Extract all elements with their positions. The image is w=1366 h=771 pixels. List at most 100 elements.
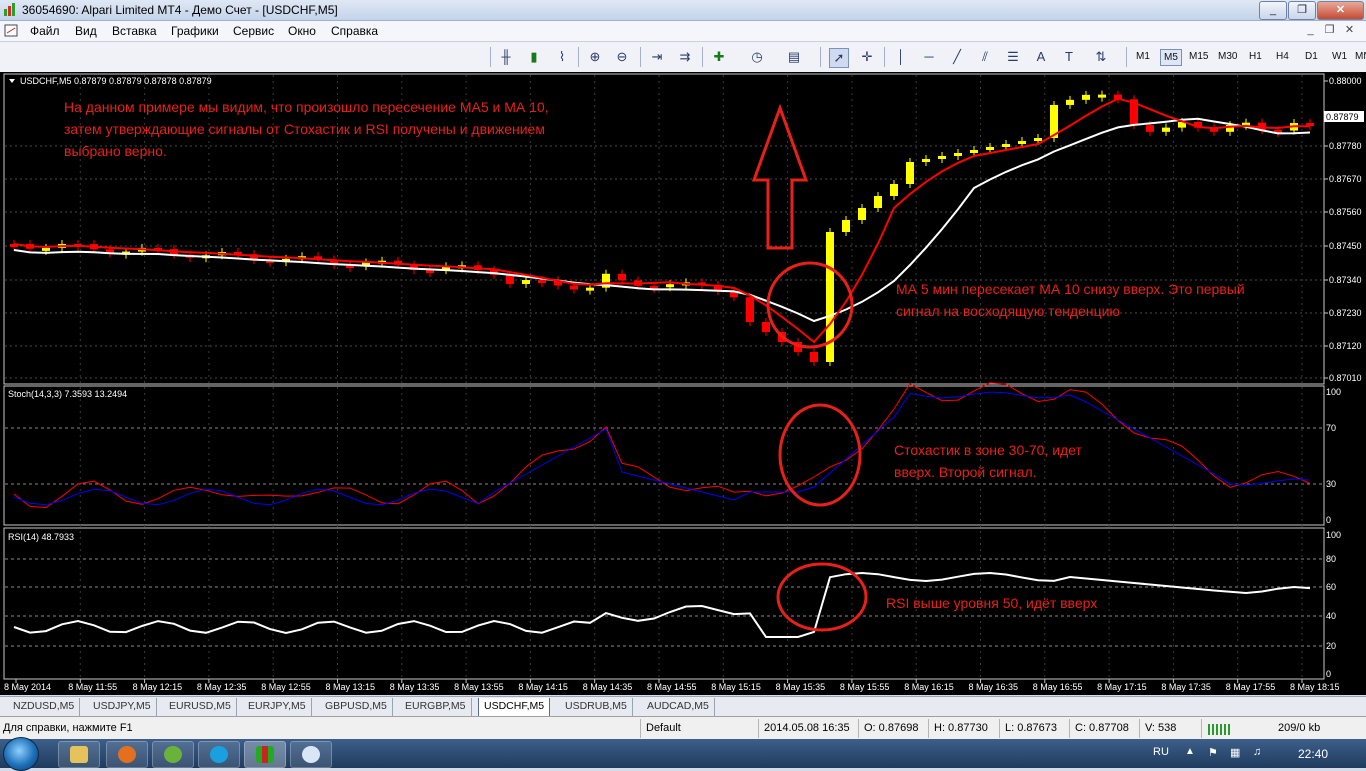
chart-shift-icon[interactable]: ⇥	[648, 48, 666, 66]
menu-view[interactable]: Вид	[75, 24, 97, 38]
tab-gbpusd[interactable]: GBPUSD,M5	[320, 698, 393, 716]
stoch-tick-label: 0	[1326, 515, 1331, 525]
candle	[1034, 138, 1042, 141]
time-tick-label: 8 May 13:15	[326, 682, 376, 692]
zoom-out-icon[interactable]: ⊖	[613, 48, 631, 66]
taskbar-explorer[interactable]	[58, 741, 100, 768]
price-tick-label: 0.87560	[1329, 207, 1362, 217]
timeframe-m1[interactable]: M1	[1133, 49, 1153, 64]
connection-icon[interactable]	[1208, 722, 1234, 735]
timeframe-m5[interactable]: M5	[1160, 49, 1182, 66]
minimize-button[interactable]: _	[1259, 1, 1287, 20]
chart-canvas[interactable]: USDCHF,M5 0.87879 0.87879 0.87878 0.8787…	[0, 72, 1366, 695]
templates-icon[interactable]: ▤	[785, 48, 803, 66]
timeframe-w1[interactable]: W1	[1329, 49, 1350, 64]
rsi-tick-label: 60	[1326, 582, 1336, 592]
candle	[618, 273, 626, 281]
taskbar-paint[interactable]	[290, 741, 332, 768]
crosshair-icon[interactable]: ✛	[858, 48, 876, 66]
chart-window[interactable]: USDCHF,M5 0.87879 0.87879 0.87878 0.8787…	[0, 72, 1366, 695]
timeframe-mn[interactable]: MN	[1352, 49, 1366, 64]
horizontal-line-icon[interactable]: ─	[920, 48, 938, 66]
text-icon[interactable]: A	[1032, 48, 1050, 66]
channel-icon[interactable]: ⫽	[976, 48, 994, 66]
time-tick-label: 8 May 15:55	[840, 682, 890, 692]
mdi-minimize-icon[interactable]: _	[1304, 24, 1317, 37]
menu-tools[interactable]: Сервис	[233, 24, 274, 38]
close-button[interactable]: ✕	[1317, 1, 1364, 20]
line-chart-icon[interactable]: ⌇	[553, 48, 571, 66]
timeframe-d1[interactable]: D1	[1302, 49, 1321, 64]
candle	[42, 247, 50, 251]
tab-eurjpy[interactable]: EURJPY,M5	[243, 698, 312, 716]
explorer-icon	[70, 746, 88, 763]
tab-audcad[interactable]: AUDCAD,M5	[642, 698, 715, 716]
text-label-icon[interactable]: T	[1060, 48, 1078, 66]
document-icon[interactable]	[4, 24, 18, 37]
clock[interactable]: 22:40	[1298, 747, 1328, 761]
mdi-restore-icon[interactable]: ❐	[1323, 24, 1336, 37]
timeframe-h1[interactable]: H1	[1246, 49, 1265, 64]
candle	[538, 280, 546, 284]
arrows-icon[interactable]: ⇅	[1092, 48, 1110, 66]
candle	[762, 322, 770, 332]
candle	[938, 156, 946, 159]
bar-chart-icon[interactable]: ╫	[497, 48, 515, 66]
candlestick-icon[interactable]: ▮	[525, 48, 543, 66]
vertical-line-icon[interactable]: │	[892, 48, 910, 66]
menu-window[interactable]: Окно	[288, 24, 316, 38]
zoom-in-icon[interactable]: ⊕	[586, 48, 604, 66]
taskbar-utorrent[interactable]	[152, 741, 194, 768]
periods-icon[interactable]: ◷	[748, 48, 766, 66]
price-tick-label: 0.87010	[1329, 373, 1362, 383]
price-tick-label: 0.87450	[1329, 241, 1362, 251]
tray-arrow-icon[interactable]: ▲	[1185, 746, 1195, 757]
taskbar-skype[interactable]	[198, 741, 240, 768]
price-tick-label: 0.87670	[1329, 174, 1362, 184]
cursor-icon[interactable]: ➚	[829, 48, 849, 68]
time-tick-label: 8 May 2014	[4, 682, 51, 692]
timeframe-h4[interactable]: H4	[1273, 49, 1292, 64]
tray-volume-icon[interactable]: ♫	[1253, 746, 1261, 758]
language-indicator[interactable]: RU	[1153, 746, 1169, 758]
time-tick-label: 8 May 14:55	[647, 682, 697, 692]
menu-help[interactable]: Справка	[331, 24, 378, 38]
svg-text:RSI выше уровня 50, идёт вверх: RSI выше уровня 50, идёт вверх	[886, 595, 1097, 611]
menu-bar: Файл Вид Вставка Графики Сервис Окно Спр…	[0, 21, 1366, 42]
tray-network-icon[interactable]: ▦	[1230, 746, 1240, 759]
tab-eurusd[interactable]: EURUSD,M5	[164, 698, 237, 716]
status-profile[interactable]: Default	[646, 722, 681, 734]
autoscroll-icon[interactable]: ⇉	[676, 48, 694, 66]
taskbar-firefox[interactable]	[106, 741, 148, 768]
menu-file[interactable]: Файл	[30, 24, 60, 38]
toolbar-separator	[1126, 47, 1127, 67]
time-tick-label: 8 May 11:55	[68, 682, 117, 692]
time-tick-label: 8 May 17:35	[1161, 682, 1211, 692]
candle	[1018, 141, 1026, 144]
taskbar-metatrader[interactable]	[244, 741, 286, 768]
tray-flag-icon[interactable]: ⚑	[1208, 746, 1218, 759]
fibonacci-icon[interactable]: ☰	[1004, 48, 1022, 66]
trendline-icon[interactable]: ╱	[948, 48, 966, 66]
tab-nzdusd[interactable]: NZDUSD,M5	[8, 698, 81, 716]
time-tick-label: 8 May 16:55	[1033, 682, 1083, 692]
timeframe-m15[interactable]: M15	[1186, 49, 1211, 64]
maximize-button[interactable]: ❐	[1288, 1, 1316, 20]
timeframe-m30[interactable]: M30	[1215, 49, 1240, 64]
toolbar-separator	[578, 47, 579, 67]
status-open: O: 0.87698	[864, 722, 919, 734]
candle	[586, 287, 594, 291]
start-button[interactable]	[3, 737, 39, 771]
tab-eurgbp[interactable]: EURGBP,M5	[400, 698, 472, 716]
candle	[922, 159, 930, 162]
candle	[506, 274, 514, 284]
mdi-close-icon[interactable]: ✕	[1343, 24, 1356, 37]
tab-usdjpy[interactable]: USDJPY,M5	[88, 698, 157, 716]
tab-usdrub[interactable]: USDRUB,M5	[560, 698, 633, 716]
menu-charts[interactable]: Графики	[171, 24, 219, 38]
price-tick-label: 0.87120	[1329, 341, 1362, 351]
utorrent-icon	[164, 746, 182, 763]
tab-usdchf[interactable]: USDCHF,M5	[478, 698, 551, 717]
indicators-icon[interactable]: ✚	[710, 48, 728, 66]
menu-insert[interactable]: Вставка	[112, 24, 157, 38]
